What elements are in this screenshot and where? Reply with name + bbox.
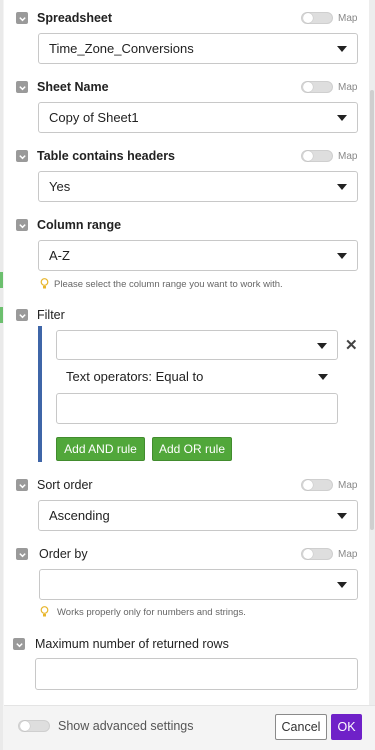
spreadsheet-map-label: Map: [338, 13, 358, 24]
headers-checkbox-icon[interactable]: [16, 150, 28, 162]
advanced-settings-label: Show advanced settings: [58, 719, 194, 733]
sheet-name-map-toggle[interactable]: [301, 81, 333, 93]
ok-button[interactable]: OK: [331, 714, 362, 740]
add-and-rule-button[interactable]: Add AND rule: [56, 437, 145, 461]
sort-order-map-toggle[interactable]: [301, 479, 333, 491]
sheet-name-label: Sheet Name: [37, 80, 109, 94]
sheet-name-map-label: Map: [338, 82, 358, 93]
order-by-map-label: Map: [338, 549, 358, 560]
module-settings-panel: Spreadsheet Map Time_Zone_Conversions Sh…: [4, 0, 369, 705]
sort-order-checkbox-icon[interactable]: [16, 479, 28, 491]
spreadsheet-value: Time_Zone_Conversions: [49, 41, 194, 56]
left-edge-marker: [0, 272, 3, 288]
headers-map-label: Map: [338, 151, 358, 162]
chevron-down-icon: [337, 46, 347, 52]
footer-bar: Show advanced settings Cancel OK: [4, 705, 375, 750]
sort-order-map-label: Map: [338, 480, 358, 491]
filter-checkbox-icon[interactable]: [16, 309, 28, 321]
order-by-checkbox-icon[interactable]: [16, 548, 28, 560]
lightbulb-icon: [40, 606, 49, 617]
max-rows-input[interactable]: [35, 658, 358, 690]
column-range-hint: Please select the column range you want …: [54, 279, 283, 290]
scrollbar-thumb[interactable]: [370, 90, 374, 530]
spreadsheet-checkbox-icon[interactable]: [16, 12, 28, 24]
chevron-down-icon: [317, 343, 327, 349]
order-by-select[interactable]: [39, 569, 358, 600]
sort-order-value: Ascending: [49, 508, 110, 523]
sort-order-select[interactable]: Ascending: [38, 500, 358, 531]
column-range-select[interactable]: A-Z: [38, 240, 358, 271]
advanced-settings-toggle[interactable]: [18, 720, 50, 732]
chevron-down-icon: [337, 184, 347, 190]
column-range-checkbox-icon[interactable]: [16, 219, 28, 231]
headers-select[interactable]: Yes: [38, 171, 358, 202]
scrollbar[interactable]: [369, 0, 375, 705]
headers-value: Yes: [49, 179, 71, 194]
chevron-down-icon: [318, 374, 328, 380]
filter-value-input[interactable]: [56, 393, 338, 424]
filter-field-select[interactable]: [56, 330, 338, 360]
filter-group-bar: [38, 326, 42, 462]
remove-rule-close-icon[interactable]: ✕: [345, 336, 358, 354]
sheet-name-checkbox-icon[interactable]: [16, 81, 28, 93]
filter-label: Filter: [37, 308, 65, 322]
order-by-hint: Works properly only for numbers and stri…: [57, 607, 246, 618]
filter-operator-select[interactable]: Text operators: Equal to: [66, 369, 203, 384]
column-range-label: Column range: [37, 218, 122, 232]
chevron-down-icon: [337, 582, 347, 588]
sheet-name-select[interactable]: Copy of Sheet1: [38, 102, 358, 133]
headers-map-toggle[interactable]: [301, 150, 333, 162]
order-by-map-toggle[interactable]: [301, 548, 333, 560]
order-by-label: Order by: [39, 547, 88, 561]
spreadsheet-label: Spreadsheet: [37, 11, 113, 25]
left-edge-strip: [0, 0, 3, 750]
chevron-down-icon: [337, 513, 347, 519]
chevron-down-icon: [337, 115, 347, 121]
add-or-rule-button[interactable]: Add OR rule: [152, 437, 232, 461]
spreadsheet-map-toggle[interactable]: [301, 12, 333, 24]
spreadsheet-select[interactable]: Time_Zone_Conversions: [38, 33, 358, 64]
chevron-down-icon: [337, 253, 347, 259]
sheet-name-value: Copy of Sheet1: [49, 110, 139, 125]
max-rows-label: Maximum number of returned rows: [35, 637, 229, 651]
sort-order-label: Sort order: [37, 478, 93, 492]
lightbulb-icon: [40, 278, 49, 289]
cancel-button[interactable]: Cancel: [275, 714, 327, 740]
headers-label: Table contains headers: [37, 149, 176, 163]
left-edge-marker: [0, 307, 3, 323]
column-range-value: A-Z: [49, 248, 70, 263]
max-rows-checkbox-icon[interactable]: [13, 638, 25, 650]
